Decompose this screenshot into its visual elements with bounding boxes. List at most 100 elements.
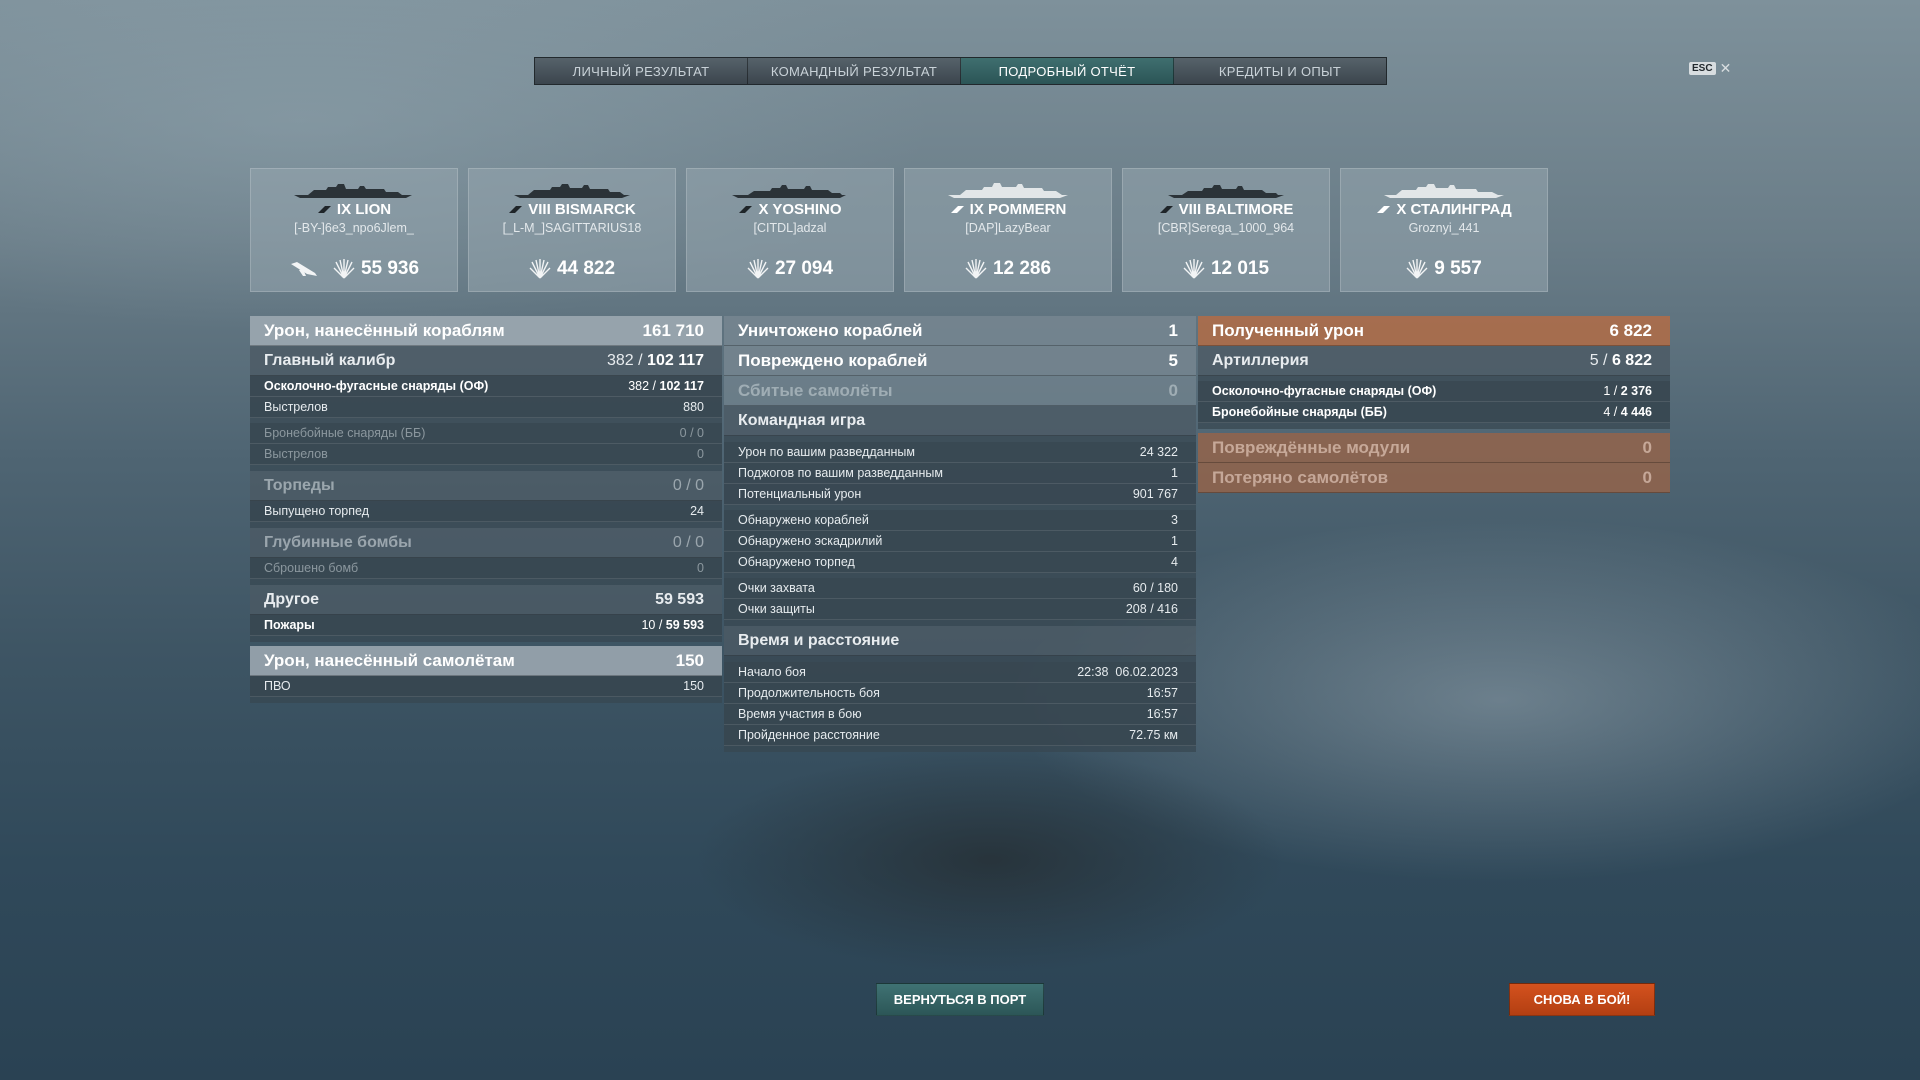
tab-team-result[interactable]: КОМАНДНЫЙ РЕЗУЛЬТАТ: [748, 58, 961, 84]
torpedoes-value: 0 / 0: [672, 476, 704, 494]
torpedoes-launched-row: Выпущено торпед 24: [250, 501, 722, 522]
depth-charges-value: 0 / 0: [672, 533, 704, 551]
damage-dealt-panel: Урон, нанесённый кораблям 161 710 Главны…: [250, 316, 722, 703]
ship-damage: 27 094: [747, 258, 833, 280]
ship-name-text: IX POMMERN: [969, 201, 1067, 218]
spotting-damage-value: 24 322: [1139, 445, 1178, 459]
he-shots-label: Выстрелов: [264, 400, 328, 414]
received-he-label: Осколочно-фугасные снаряды (ОФ): [1212, 384, 1437, 398]
damage-burst-icon: [1406, 259, 1428, 279]
damage-burst-icon: [529, 259, 551, 279]
ship-damage-value: 55 936: [360, 258, 420, 279]
time-distance-details: Начало боя 22:38 06.02.2023 Продолжитель…: [724, 656, 1196, 752]
ship-card[interactable]: X СТАЛИНГРАД Groznyi_441 9 557: [1340, 168, 1548, 292]
ship-name: IX POMMERN: [950, 201, 1067, 218]
spotted-squadrons-label: Обнаружено эскадрилий: [738, 534, 883, 548]
capture-points-label: Очки захвата: [738, 581, 815, 595]
ship-card[interactable]: VIII BISMARCK [_L-M_]SAGITTARIUS18 44 82…: [468, 168, 676, 292]
plane-icon: [290, 262, 317, 276]
capture-points-row: Очки захвата 60 / 180: [724, 578, 1196, 599]
team-play-header: Командная игра: [724, 406, 1196, 436]
bombs-dropped-value: 0: [697, 561, 704, 575]
tab-credits-xp[interactable]: КРЕДИТЫ И ОПЫТ: [1174, 58, 1386, 84]
ship-damage-label: Урон, нанесённый кораблям: [264, 320, 505, 340]
ship-card[interactable]: VIII BALTIMORE [CBR]Serega_1000_964 12 0…: [1122, 168, 1330, 292]
bombs-dropped-label: Сброшено бомб: [264, 561, 359, 575]
ship-name-text: X YOSHINO: [758, 201, 842, 218]
destroyed-ships-row: Уничтожено кораблей 1: [724, 316, 1196, 346]
spotted-torpedoes-label: Обнаружено торпед: [738, 555, 855, 569]
ship-silhouette-icon: [514, 184, 630, 198]
ship-class-icon: [1377, 206, 1391, 213]
ship-card[interactable]: IX LION [-BY-]6e3_npo6Jlem_ 55 936: [250, 168, 458, 292]
he-shots-row: Выстрелов 880: [250, 397, 722, 418]
esc-close-button[interactable]: ESC ✕: [1689, 60, 1731, 77]
tab-personal-result[interactable]: ЛИЧНЫЙ РЕЗУЛЬТАТ: [535, 58, 748, 84]
main-caliber-details: Осколочно-фугасные снаряды (ОФ) 382 / 10…: [250, 376, 722, 471]
ship-damage-value: 12 286: [992, 258, 1052, 279]
ship-damage: 12 015: [1183, 258, 1269, 280]
team-play-label: Командная игра: [738, 411, 866, 429]
ship-name-text: VIII BISMARCK: [528, 201, 636, 218]
distance-row: Пройденное расстояние 72.75 км: [724, 725, 1196, 746]
artillery-label: Артиллерия: [1212, 351, 1309, 369]
plane-damage-value: 150: [675, 650, 704, 670]
other-damage-label: Другое: [264, 590, 319, 608]
aa-value: 150: [683, 679, 704, 693]
he-shells-label: Осколочно-фугасные снаряды (ОФ): [264, 379, 489, 393]
battle-duration-row: Продолжительность боя 16:57: [724, 683, 1196, 704]
spotting-fires-row: Поджогов по вашим разведданным 1: [724, 463, 1196, 484]
defense-points-row: Очки защиты 208 / 416: [724, 599, 1196, 620]
ship-damage: 44 822: [529, 258, 615, 280]
tab-detailed-report[interactable]: ПОДРОБНЫЙ ОТЧЁТ: [961, 58, 1174, 84]
ship-damage-value: 9 557: [1434, 258, 1482, 279]
ship-ribbon: IX LION [-BY-]6e3_npo6Jlem_ 55 936 VIII …: [250, 168, 1548, 292]
time-distance-header: Время и расстояние: [724, 626, 1196, 656]
spotted-squadrons-row: Обнаружено эскадрилий 1: [724, 531, 1196, 552]
time-distance-label: Время и расстояние: [738, 631, 900, 649]
ship-class-icon: [739, 206, 753, 213]
planes-lost-label: Потеряно самолётов: [1212, 467, 1389, 487]
ship-damage-header: Урон, нанесённый кораблям 161 710: [250, 316, 722, 346]
combat-summary-panel: Уничтожено кораблей 1 Повреждено корабле…: [724, 316, 1196, 752]
player-name: [CBR]Serega_1000_964: [1157, 221, 1295, 235]
ship-damage: 9 557: [1406, 258, 1482, 280]
participation-time-value: 16:57: [1146, 707, 1178, 721]
ship-silhouette-icon: [732, 185, 846, 198]
spotted-ships-label: Обнаружено кораблей: [738, 513, 869, 527]
fires-label: Пожары: [264, 618, 315, 632]
return-to-port-button[interactable]: ВЕРНУТЬСЯ В ПОРТ: [876, 983, 1044, 1016]
ship-silhouette-icon: [1168, 185, 1284, 198]
planes-lost-value: 0: [1642, 467, 1652, 487]
torpedoes-launched-value: 24: [690, 504, 704, 518]
torpedoes-row: Торпеды 0 / 0: [250, 471, 722, 501]
distance-value: 72.75 км: [1129, 728, 1178, 742]
received-ap-row: Бронебойные снаряды (ББ) 4 / 4 446: [1198, 402, 1670, 423]
spotting-fires-label: Поджогов по вашим разведданным: [738, 466, 943, 480]
ship-name-text: X СТАЛИНГРАД: [1396, 201, 1512, 218]
received-damage-value: 6 822: [1609, 320, 1652, 340]
ship-silhouette-icon: [294, 184, 412, 198]
spotting-fires-value: 1: [1171, 466, 1178, 480]
battle-again-button[interactable]: СНОВА В БОЙ!: [1509, 983, 1655, 1016]
damaged-ships-row: Повреждено кораблей 5: [724, 346, 1196, 376]
bombs-dropped-row: Сброшено бомб 0: [250, 558, 722, 579]
ap-shells-value: 0 / 0: [679, 426, 704, 440]
main-caliber-value: 382 / 102 117: [607, 351, 704, 369]
ap-shots-row: Выстрелов 0: [250, 444, 722, 465]
other-damage-row: Другое 59 593: [250, 585, 722, 615]
player-name: Groznyi_441: [1408, 221, 1480, 235]
damage-burst-icon: [965, 259, 987, 279]
ship-damage-total: 161 710: [642, 320, 704, 340]
ship-card[interactable]: X YOSHINO [CITDL]adzal 27 094: [686, 168, 894, 292]
ship-silhouette-icon: [948, 183, 1068, 198]
planes-shot-value: 0: [1168, 380, 1178, 400]
ap-shells-label: Бронебойные снаряды (ББ): [264, 426, 426, 440]
artillery-value: 5 / 6 822: [1589, 351, 1652, 369]
ship-card[interactable]: IX POMMERN [DAP]LazyBear 12 286: [904, 168, 1112, 292]
damage-received-panel: Полученный урон 6 822 Артиллерия 5 / 6 8…: [1198, 316, 1670, 493]
close-icon: ✕: [1719, 60, 1732, 76]
battle-start-value: 22:38 06.02.2023: [1077, 665, 1178, 679]
battle-duration-value: 16:57: [1146, 686, 1178, 700]
ship-damage: 12 286: [965, 258, 1051, 280]
